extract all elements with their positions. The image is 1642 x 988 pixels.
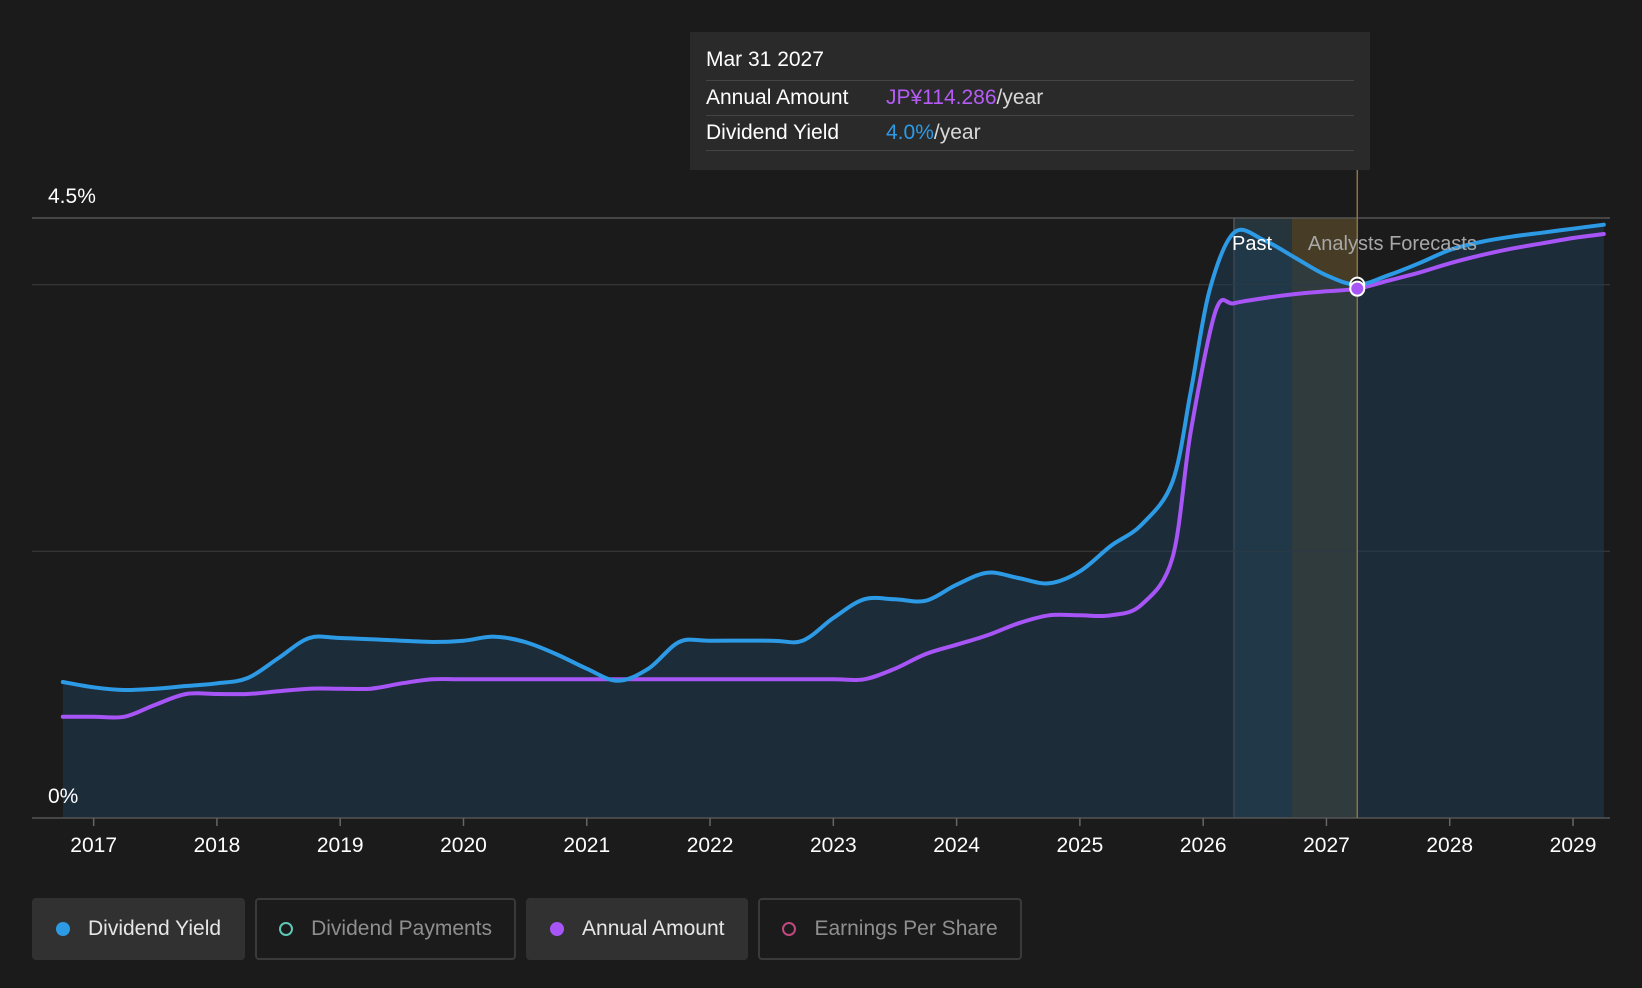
- legend-earnings-per-share[interactable]: Earnings Per Share: [758, 898, 1022, 960]
- x-tick-label: 2020: [440, 834, 487, 857]
- tooltip-amount-row: Annual Amount JP¥114.286/year: [706, 81, 1354, 116]
- x-tick-label: 2023: [810, 834, 857, 857]
- legend-dividend-payments[interactable]: Dividend Payments: [255, 898, 517, 960]
- x-tick-label: 2022: [687, 834, 734, 857]
- x-tick-label: 2025: [1057, 834, 1104, 857]
- legend-label: Annual Amount: [582, 917, 725, 940]
- chart-legend: Dividend Yield Dividend Payments Annual …: [32, 898, 1022, 960]
- x-tick-label: 2029: [1550, 834, 1597, 857]
- x-tick-label: 2026: [1180, 834, 1227, 857]
- legend-dot-icon: [56, 922, 70, 936]
- x-tick-label: 2027: [1303, 834, 1350, 857]
- x-tick-label: 2024: [933, 834, 980, 857]
- tooltip-date: Mar 31 2027: [706, 46, 1354, 81]
- tooltip-yield-unit: /year: [933, 121, 981, 144]
- y-tick-label: 0%: [48, 785, 78, 808]
- x-tick-label: 2021: [563, 834, 610, 857]
- legend-annual-amount[interactable]: Annual Amount: [526, 898, 749, 960]
- x-tick-label: 2028: [1426, 834, 1473, 857]
- legend-dividend-yield[interactable]: Dividend Yield: [32, 898, 246, 960]
- tooltip-yield-row: Dividend Yield 4.0%/year: [706, 116, 1354, 151]
- x-tick-label: 2017: [70, 834, 117, 857]
- chart-tooltip: Mar 31 2027 Annual Amount JP¥114.286/yea…: [690, 32, 1370, 170]
- cursor-marker-annual-amount: [1349, 280, 1366, 297]
- past-label: Past: [1232, 233, 1272, 255]
- tooltip-amount-value: JP¥114.286: [886, 86, 997, 109]
- legend-label: Dividend Payments: [311, 917, 493, 940]
- tooltip-yield-value: 4.0%: [886, 121, 934, 144]
- tooltip-yield-label: Dividend Yield: [706, 121, 840, 144]
- legend-dot-icon: [782, 922, 797, 936]
- dividend-yield-area: [62, 224, 1604, 818]
- x-tick-label: 2019: [317, 834, 364, 857]
- x-tick-label: 2018: [194, 834, 241, 857]
- legend-label: Earnings Per Share: [814, 917, 998, 940]
- y-tick-label: 4.5%: [48, 185, 96, 208]
- legend-dot-icon: [279, 922, 294, 936]
- tooltip-amount-unit: /year: [996, 86, 1044, 109]
- forecast-label: Analysts Forecasts: [1308, 233, 1477, 255]
- legend-dot-icon: [550, 922, 565, 936]
- tooltip-amount-label: Annual Amount: [706, 86, 849, 109]
- legend-label: Dividend Yield: [88, 917, 222, 940]
